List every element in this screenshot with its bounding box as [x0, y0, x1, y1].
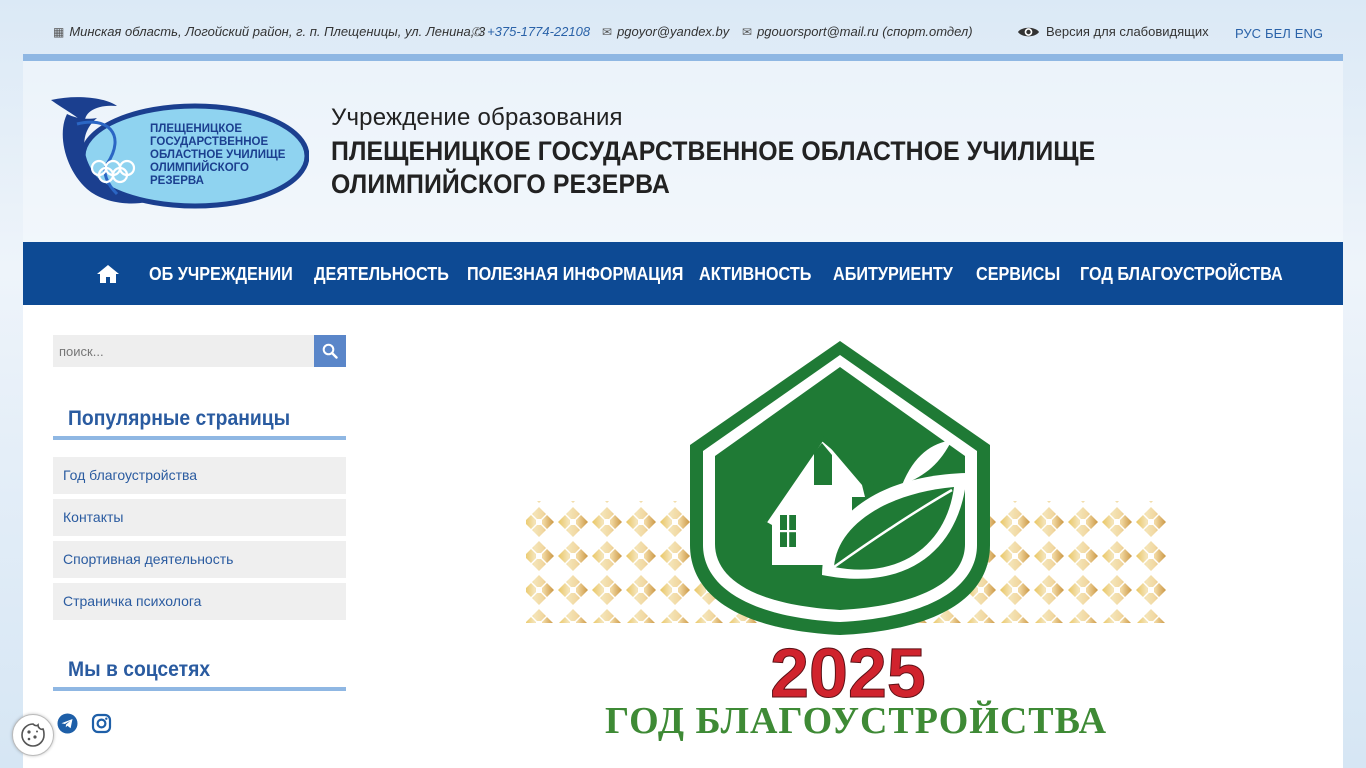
telegram-icon[interactable] — [57, 713, 78, 734]
phone-icon: ✆ — [472, 24, 483, 39]
social-links — [57, 713, 112, 734]
logo-text-4: ОЛИМПИЙСКОГО — [150, 161, 249, 174]
nav-item-useful-info[interactable]: ПОЛЕЗНАЯ ИНФОРМАЦИЯ — [467, 264, 683, 285]
org-title: ПЛЕЩЕНИЦКОЕ ГОСУДАРСТВЕННОЕ ОБЛАСТНОЕ УЧ… — [331, 136, 1096, 199]
envelope-icon: ✉ — [602, 24, 613, 39]
social-title: Мы в соцсетях — [68, 658, 211, 681]
home-icon[interactable] — [96, 264, 120, 284]
logo-text-3: ОБЛАСТНОЕ УЧИЛИЩЕ — [150, 149, 286, 161]
eye-icon — [1017, 27, 1040, 36]
nav-item-active[interactable]: АКТИВНОСТЬ — [699, 264, 811, 285]
social-underline — [53, 687, 346, 691]
instagram-icon[interactable] — [91, 713, 112, 734]
popular-item-psychologist[interactable]: Страничка психолога — [53, 583, 346, 620]
accessibility-link[interactable]: Версия для слабовидящих — [1017, 24, 1209, 39]
address-line: ▦ Минская область, Логойский район, г. п… — [53, 24, 485, 39]
site-header: ПЛЕЩЕНИЦКОЕ ГОСУДАРСТВЕННОЕ ОБЛАСТНОЕ УЧ… — [23, 61, 1343, 242]
logo-text-5: РЕЗЕРВА — [150, 175, 204, 187]
org-subtitle: Учреждение образования — [331, 104, 623, 131]
popular-item-year-improvement[interactable]: Год благоустройства — [53, 457, 346, 494]
address-text: Минская область, Логойский район, г. п. … — [69, 24, 486, 39]
search-button[interactable] — [314, 335, 346, 367]
email-link-1[interactable]: pgoyor@yandex.by — [617, 24, 729, 39]
building-icon: ▦ — [53, 24, 65, 39]
school-logo[interactable]: ПЛЕЩЕНИЦКОЕ ГОСУДАРСТВЕННОЕ ОБЛАСТНОЕ УЧ… — [47, 94, 309, 209]
search-input[interactable] — [53, 335, 314, 367]
cookie-icon — [21, 723, 45, 747]
popular-pages-list: Год благоустройства Контакты Спортивная … — [53, 457, 346, 625]
banner-caption: ГОД БЛАГОУСТРОЙСТВА — [605, 700, 1107, 742]
nav-item-applicants[interactable]: АБИТУРИЕНТУ — [833, 264, 953, 285]
phone-line[interactable]: ✆ +375-1774-22108 — [472, 24, 590, 39]
nav-item-year-improvement[interactable]: ГОД БЛАГОУСТРОЙСТВА — [1080, 264, 1283, 285]
accent-divider — [23, 54, 1343, 61]
nav-item-about[interactable]: ОБ УЧРЕЖДЕНИИ — [149, 264, 293, 285]
lang-en[interactable]: ENG — [1295, 26, 1323, 41]
language-switcher: РУС БЕЛ ENG — [1235, 26, 1323, 41]
popular-pages-title: Популярные страницы — [68, 407, 291, 430]
popular-item-contacts[interactable]: Контакты — [53, 499, 346, 536]
house-leaf-emblem — [690, 341, 990, 635]
email-line-1[interactable]: ✉ pgoyor@yandex.by — [602, 24, 729, 39]
accessibility-label: Версия для слабовидящих — [1046, 24, 1209, 39]
lang-ru[interactable]: РУС — [1235, 26, 1261, 41]
nav-item-services[interactable]: СЕРВИСЫ — [976, 264, 1060, 285]
lang-by[interactable]: БЕЛ — [1265, 26, 1291, 41]
popular-item-sport[interactable]: Спортивная деятельность — [53, 541, 346, 578]
search-form — [53, 335, 346, 367]
year-improvement-banner[interactable]: 2025 ГОД БЛАГОУСТРОЙСТВА — [522, 335, 1168, 747]
logo-text-2: ГОСУДАРСТВЕННОЕ — [150, 136, 268, 148]
main-navigation: ОБ УЧРЕЖДЕНИИ ДЕЯТЕЛЬНОСТЬ ПОЛЕЗНАЯ ИНФО… — [23, 242, 1343, 305]
cookie-settings-button[interactable] — [12, 714, 54, 756]
email-link-2[interactable]: pgouorsport@mail.ru (спорт.отдел) — [757, 24, 973, 39]
envelope-icon: ✉ — [742, 24, 753, 39]
main-content: Популярные страницы Год благоустройства … — [23, 305, 1343, 768]
phone-link[interactable]: +375-1774-22108 — [487, 24, 590, 39]
logo-text-1: ПЛЕЩЕНИЦКОЕ — [150, 123, 242, 135]
search-icon — [322, 343, 338, 359]
nav-item-activity[interactable]: ДЕЯТЕЛЬНОСТЬ — [314, 264, 449, 285]
popular-pages-underline — [53, 436, 346, 440]
email-line-2[interactable]: ✉ pgouorsport@mail.ru (спорт.отдел) — [742, 24, 973, 39]
